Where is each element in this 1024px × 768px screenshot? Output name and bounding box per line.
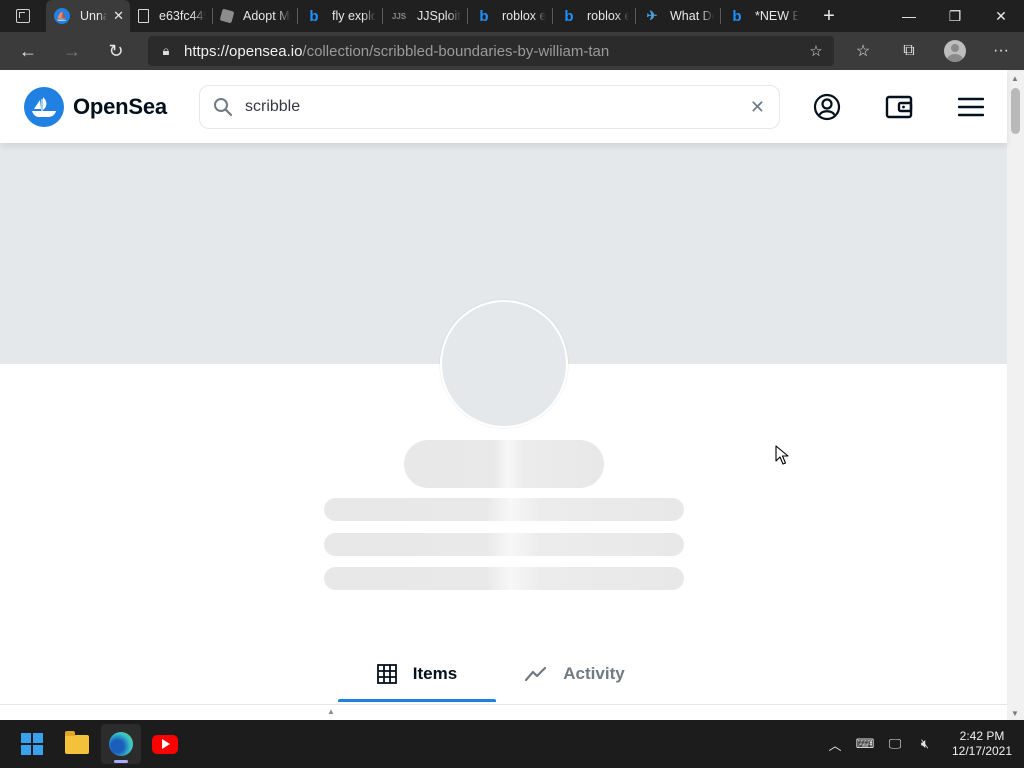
file-explorer-icon [65,730,89,754]
account-icon[interactable] [812,92,842,122]
refresh-icon[interactable]: ↻ [94,32,138,70]
tab-items[interactable]: Items [338,646,496,702]
toolbar-right-icons: ☆ ⧉ ··· [840,32,1024,70]
scroll-up-icon[interactable]: ▲ [1011,74,1019,83]
keyboard-icon[interactable]: ⌨ [850,720,880,768]
tab-actions-icon [16,9,30,23]
browser-tab-5[interactable]: JJS JJSploit D [383,0,467,32]
favorites-icon[interactable]: ☆ [840,32,886,70]
browser-tab-2[interactable]: e63fc4495 [130,0,212,32]
tab-actions-button[interactable] [0,0,46,32]
menu-hamburger-icon[interactable] [956,92,986,122]
address-bar[interactable]: 🔒︎ https://opensea.io/collection/scribbl… [148,36,834,66]
tab-title: e63fc4495 [159,9,206,23]
forward-icon[interactable]: → [50,32,94,70]
scrollbar-thumb[interactable] [1011,88,1020,134]
collection-tabs: Items Activity [338,646,654,702]
search-icon [214,98,233,117]
volume-muted-icon[interactable]: 🔇︎ [910,720,940,768]
browser-tab-7[interactable]: b roblox ex [553,0,635,32]
edge-button[interactable] [101,724,141,764]
url-path: /collection/scribbled-boundaries-by-will… [302,42,610,60]
jjsploit-icon: JJS [391,11,407,21]
collections-icon[interactable]: ⧉ [886,32,932,70]
browser-tab-strip: ⛵ Unnamed ✕ e63fc4495 Adopt Me b fly exp… [0,0,1024,32]
url-host: https://opensea.io [184,42,303,60]
edge-icon [109,732,133,756]
url-text[interactable]: https://opensea.io/collection/scribbled-… [184,43,609,60]
activity-chart-icon [525,666,547,682]
tab-title: *NEW ER [755,9,799,23]
start-icon [21,733,43,755]
scroll-down-icon[interactable]: ▼ [1011,709,1019,718]
system-tray: ︿ ⌨ 🖵︎ 🔇︎ 2:42 PM 12/17/2021 [820,720,1024,768]
bing-icon: b [479,7,489,25]
stats-skeleton-line [324,567,684,590]
mouse-cursor-icon [775,445,789,465]
wallet-icon[interactable] [884,92,914,122]
show-hidden-icons-chevron-icon[interactable]: ︿ [820,720,850,768]
browser-tab-3[interactable]: Adopt Me [213,0,297,32]
vertical-scrollbar[interactable]: ▲ ▼ [1007,70,1024,720]
browser-toolbar: ← → ↻ 🔒︎ https://opensea.io/collection/s… [0,32,1024,70]
tab-items-label: Items [412,664,458,683]
wd-icon: ✈ [646,8,658,23]
clock-date: 12/17/2021 [951,744,1013,758]
opensea-header: OpenSea ✕ [0,70,1007,143]
search-input[interactable] [245,98,725,116]
new-tab-button[interactable]: + [815,5,843,28]
clock-time: 2:42 PM [959,729,1005,743]
window-controls: — ❐ ✕ [886,0,1024,32]
bing-icon: b [564,7,574,25]
tab-title: roblox ex [587,9,629,23]
collection-avatar-placeholder [440,300,568,428]
youtube-icon [152,734,178,754]
add-favorite-icon[interactable]: ☆ [798,42,834,60]
roblox-icon [219,8,235,24]
horizontal-scrollbar[interactable]: ▲ [0,704,1007,720]
browser-tab-8[interactable]: ✈ What Do [636,0,720,32]
windows-taskbar: ︿ ⌨ 🖵︎ 🔇︎ 2:42 PM 12/17/2021 [0,720,1024,768]
page-viewport: OpenSea ✕ [0,70,1024,720]
bing-icon: b [309,7,319,25]
grid-icon [376,664,397,684]
profile-button[interactable] [932,32,978,70]
tab-activity[interactable]: Activity [496,646,654,702]
clear-search-icon[interactable]: ✕ [750,98,765,116]
start-button[interactable] [12,724,52,764]
profile-avatar-icon [944,40,966,62]
youtube-button[interactable] [145,724,185,764]
tab-title: roblox ex [502,9,546,23]
minimize-icon[interactable]: — [886,0,932,32]
file-explorer-button[interactable] [57,724,97,764]
tab-title: Unnamed [80,9,108,23]
stats-skeleton-line [324,498,684,521]
tab-title: JJSploit D [417,9,461,23]
taskbar-clock[interactable]: 2:42 PM 12/17/2021 [940,729,1024,759]
opensea-favicon-icon: ⛵ [54,8,70,24]
tab-title: What Do [670,9,714,23]
lock-icon[interactable]: 🔒︎ [148,43,184,59]
restore-icon[interactable]: ❐ [932,0,978,32]
bing-icon: b [732,7,742,25]
settings-more-icon[interactable]: ··· [978,32,1024,70]
opensea-search-box[interactable]: ✕ [199,85,780,129]
close-window-icon[interactable]: ✕ [978,0,1024,32]
scroll-up-arrow-icon[interactable]: ▲ [327,707,335,716]
network-icon[interactable]: 🖵︎ [880,720,910,768]
browser-tab-opensea[interactable]: ⛵ Unnamed ✕ [46,0,130,32]
browser-tab-4[interactable]: b fly exploit [298,0,382,32]
browser-tab-6[interactable]: b roblox ex [468,0,552,32]
close-tab-icon[interactable]: ✕ [113,8,124,24]
opensea-brand-name[interactable]: OpenSea [73,94,167,120]
tab-title: Adopt Me [243,9,291,23]
back-icon[interactable]: ← [6,32,50,70]
opensea-logo-icon[interactable] [24,86,64,127]
document-icon [138,9,149,23]
browser-tab-9[interactable]: b *NEW ER [721,0,805,32]
title-skeleton [404,440,604,488]
tab-activity-label: Activity [563,664,625,683]
tab-title: fly exploit [332,9,376,23]
stats-skeleton-line [324,533,684,556]
